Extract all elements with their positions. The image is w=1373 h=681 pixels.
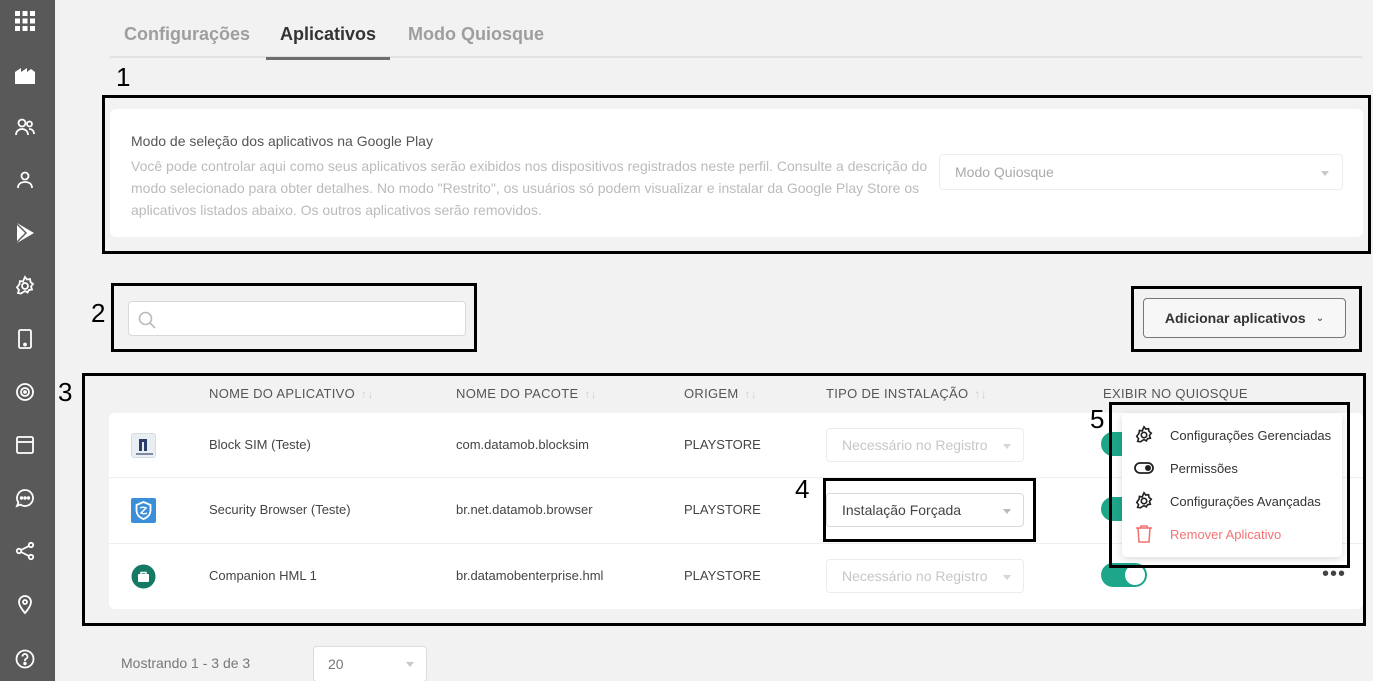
mode-select[interactable]: Modo Quiosque <box>939 154 1343 190</box>
page-size-select[interactable]: 20 <box>313 646 427 681</box>
caret-down-icon <box>1003 575 1011 580</box>
chat-icon[interactable] <box>11 484 39 512</box>
tab-configuracoes[interactable]: Configurações <box>124 24 250 58</box>
header-kiosk: EXIBIR NO QUIOSQUE <box>1103 386 1248 401</box>
app-name: Security Browser (Teste) <box>209 502 351 517</box>
sort-icon: ↑↓ <box>584 387 598 401</box>
caret-down-icon <box>406 662 414 667</box>
search-icon <box>138 311 156 329</box>
sort-icon: ↑↓ <box>361 387 374 401</box>
annotation-number: 5 <box>1090 404 1105 434</box>
origin: PLAYSTORE <box>684 568 761 583</box>
tab-bar: Configurações Aplicativos Modo Quiosque <box>110 18 1362 60</box>
users-icon[interactable] <box>11 113 39 141</box>
caret-down-icon <box>1321 171 1329 176</box>
pagination-summary: Mostrando 1 - 3 de 3 <box>121 655 251 671</box>
tab-aplicativos[interactable]: Aplicativos <box>265 24 391 60</box>
play-store-icon[interactable] <box>11 219 39 247</box>
install-type-value: Necessário no Registro <box>842 568 988 584</box>
help-icon[interactable] <box>11 645 39 673</box>
device-icon[interactable] <box>11 325 39 353</box>
install-type-value: Necessário no Registro <box>842 437 988 453</box>
origin: PLAYSTORE <box>684 437 761 452</box>
tab-modo-quiosque[interactable]: Modo Quiosque <box>408 24 544 58</box>
add-apps-button[interactable]: Adicionar aplicativos ⌄ <box>1143 298 1346 338</box>
page-size-value: 20 <box>328 656 344 672</box>
annotation-number: 3 <box>58 377 73 407</box>
annotation-box <box>823 478 1036 542</box>
search-field[interactable] <box>128 301 466 336</box>
dashboard-icon[interactable] <box>11 60 39 88</box>
mode-title: Modo de seleção dos aplicativos na Googl… <box>131 133 433 149</box>
sidebar <box>0 0 55 681</box>
window-icon[interactable] <box>11 431 39 459</box>
install-type-select[interactable]: Necessário no Registro <box>826 428 1024 462</box>
security-browser-app-icon <box>131 498 156 523</box>
chevron-down-icon: ⌄ <box>1315 312 1325 324</box>
install-type-select[interactable]: Necessário no Registro <box>826 559 1024 593</box>
package-name: br.datamobenterprise.hml <box>456 568 604 583</box>
caret-down-icon <box>1003 444 1011 449</box>
selection-mode-card: Modo de seleção dos aplicativos na Googl… <box>110 109 1363 237</box>
app-name: Block SIM (Teste) <box>209 437 311 452</box>
header-app-name[interactable]: NOME DO APLICATIVO ↑↓ <box>209 386 374 401</box>
apps-grid-icon[interactable] <box>11 7 39 35</box>
app-name: Companion HML 1 <box>209 568 317 583</box>
location-target-icon[interactable] <box>11 378 39 406</box>
annotation-number: 1 <box>116 62 131 92</box>
mode-select-value: Modo Quiosque <box>955 164 1054 180</box>
annotation-box <box>1109 402 1350 568</box>
settings-icon[interactable] <box>11 272 39 300</box>
share-icon[interactable] <box>11 537 39 565</box>
user-icon[interactable] <box>11 166 39 194</box>
header-install-type[interactable]: TIPO DE INSTALAÇÃO ↑↓ <box>826 386 987 401</box>
map-pin-icon[interactable] <box>11 590 39 618</box>
search-input[interactable] <box>165 306 455 332</box>
header-package[interactable]: NOME DO PACOTE ↑↓ <box>456 386 597 401</box>
package-name: com.datamob.blocksim <box>456 437 589 452</box>
package-name: br.net.datamob.browser <box>456 502 593 517</box>
companion-app-icon <box>131 564 156 589</box>
annotation-number: 4 <box>795 474 810 504</box>
origin: PLAYSTORE <box>684 502 761 517</box>
annotation-number: 2 <box>91 298 106 328</box>
header-origin[interactable]: ORIGEM ↑↓ <box>684 386 757 401</box>
sort-icon: ↑↓ <box>974 387 988 401</box>
add-apps-label: Adicionar aplicativos <box>1164 310 1306 326</box>
blocksim-app-icon <box>131 433 156 458</box>
mode-description: Você pode controlar aqui como seus aplic… <box>131 158 928 218</box>
sort-icon: ↑↓ <box>744 387 758 401</box>
